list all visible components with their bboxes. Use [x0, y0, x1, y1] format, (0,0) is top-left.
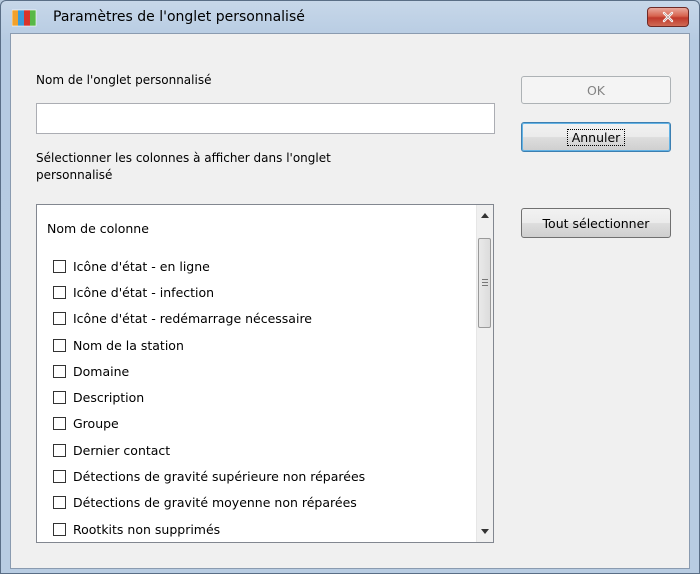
columns-label: Sélectionner les colonnes à afficher dan…: [36, 151, 331, 165]
scroll-down-button[interactable]: [477, 523, 493, 540]
list-item[interactable]: Groupe: [53, 411, 365, 437]
avg-logo-icon: [12, 9, 37, 27]
column-list[interactable]: Nom de colonne Icône d'état - en ligne I…: [36, 204, 494, 543]
list-item[interactable]: Détections de gravité moyenne non réparé…: [53, 490, 365, 516]
columns-label-continued: personnalisé: [36, 168, 113, 182]
scroll-down-arrow-icon: [481, 529, 489, 534]
checkbox[interactable]: [53, 443, 66, 457]
column-list-header: Nom de colonne: [47, 221, 149, 236]
checkbox[interactable]: [53, 417, 66, 431]
checkbox[interactable]: [53, 522, 66, 536]
list-item[interactable]: Icône d'état - en ligne: [53, 253, 365, 279]
list-item[interactable]: Description: [53, 384, 365, 410]
list-item[interactable]: Dernier contact: [53, 437, 365, 463]
tab-name-label: Nom de l'onglet personnalisé: [36, 73, 212, 87]
grip-line: [482, 279, 488, 280]
title-bar[interactable]: Paramètres de l'onglet personnalisé: [1, 1, 699, 33]
list-item[interactable]: Détections de gravité supérieure non rép…: [53, 463, 365, 489]
dialog-window: Paramètres de l'onglet personnalisé Nom …: [0, 0, 700, 574]
checkbox[interactable]: [53, 391, 66, 405]
cancel-button-label: Annuler: [566, 128, 626, 146]
list-item-label: Domaine: [73, 363, 130, 379]
list-item-label: Nom de la station: [73, 337, 184, 353]
scroll-up-arrow-icon: [481, 213, 489, 218]
list-item-label: Rootkits non supprimés: [73, 521, 221, 537]
checkbox[interactable]: [53, 312, 66, 326]
cancel-button[interactable]: Annuler: [521, 122, 671, 152]
close-icon: [662, 11, 674, 23]
scroll-up-button[interactable]: [477, 207, 493, 224]
list-item-label: Description: [73, 390, 145, 406]
list-item[interactable]: Domaine: [53, 358, 365, 384]
list-item-label: Groupe: [73, 416, 119, 432]
list-item-label: Détections de gravité moyenne non réparé…: [73, 495, 357, 511]
grip-line: [482, 285, 488, 286]
grip-line: [482, 282, 488, 283]
vertical-scrollbar[interactable]: [476, 205, 493, 542]
list-item-label: Icône d'état - en ligne: [73, 258, 210, 274]
list-item-label: Dernier contact: [73, 442, 171, 458]
select-all-button[interactable]: Tout sélectionner: [521, 208, 671, 238]
list-item-label: Icône d'état - infection: [73, 284, 215, 300]
scroll-thumb[interactable]: [478, 238, 491, 328]
tab-name-input[interactable]: [36, 103, 495, 134]
checkbox[interactable]: [53, 338, 66, 352]
ok-button[interactable]: OK: [521, 76, 671, 104]
checkbox[interactable]: [53, 496, 66, 510]
list-item[interactable]: Nom de la station: [53, 332, 365, 358]
checkbox[interactable]: [53, 259, 66, 273]
list-item-label: Icône d'état - redémarrage nécessaire: [73, 311, 312, 327]
checkbox[interactable]: [53, 470, 66, 484]
list-item[interactable]: Icône d'état - infection: [53, 279, 365, 305]
checkbox[interactable]: [53, 285, 66, 299]
close-button[interactable]: [647, 7, 689, 27]
list-item-label: Détections de gravité supérieure non rép…: [73, 469, 366, 485]
checkbox[interactable]: [53, 364, 66, 378]
window-title: Paramètres de l'onglet personnalisé: [53, 9, 305, 25]
list-item[interactable]: Icône d'état - redémarrage nécessaire: [53, 306, 365, 332]
list-item[interactable]: Rootkits non supprimés: [53, 516, 365, 542]
column-list-items: Icône d'état - en ligne Icône d'état - i…: [53, 253, 365, 542]
dialog-client-area: Nom de l'onglet personnalisé Sélectionne…: [10, 33, 690, 569]
